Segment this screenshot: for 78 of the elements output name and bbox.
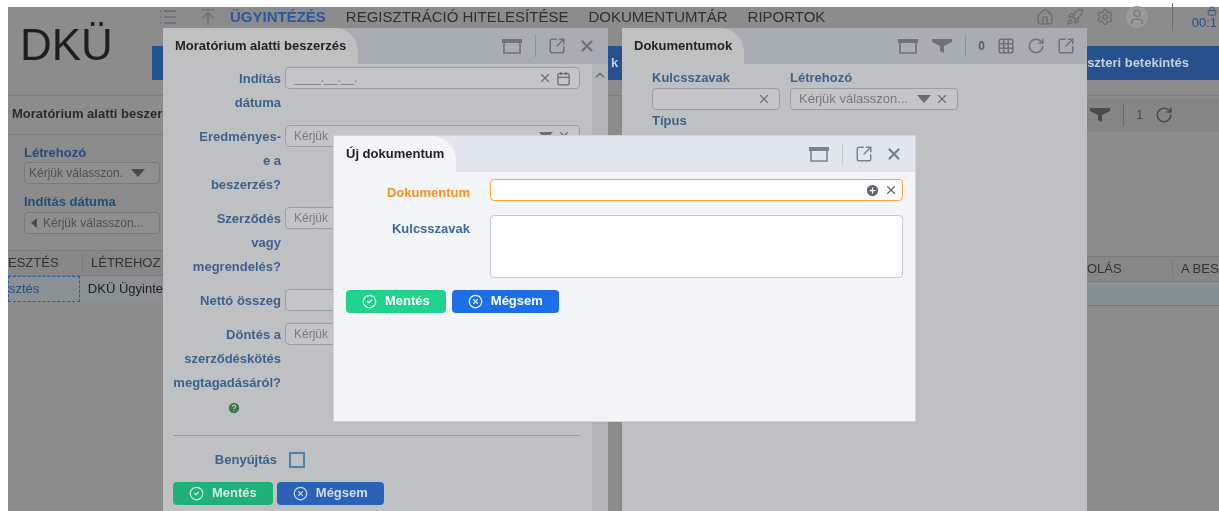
filter-label: Létrehozó [790, 69, 854, 87]
popout-icon[interactable] [548, 37, 566, 55]
tray-icon[interactable] [897, 38, 920, 54]
document-field[interactable] [490, 179, 903, 201]
record-count: 1 [1136, 106, 1144, 125]
column-header[interactable]: OLÁS [1087, 259, 1172, 279]
filter-icon[interactable] [931, 38, 954, 54]
select-field[interactable]: Kérjük válasszon. [24, 162, 160, 184]
checkbox[interactable] [289, 451, 305, 468]
nav-tab[interactable]: DOKUMENTUMTÁR [588, 5, 728, 29]
popout-icon[interactable] [855, 145, 873, 163]
cancel-button[interactable]: Mégsem [451, 289, 559, 313]
record-count: 0 [978, 38, 985, 55]
window-title: Moratórium alatti beszerzés [163, 28, 359, 64]
check-circle-icon [362, 293, 377, 309]
refresh-icon[interactable] [1027, 37, 1045, 55]
grid-icon[interactable] [997, 37, 1015, 55]
caret-icon[interactable] [131, 169, 146, 177]
date-range-field[interactable]: Kérjük válasszon... [24, 211, 160, 234]
check-circle-icon [189, 485, 204, 501]
tray-icon[interactable] [501, 38, 523, 54]
x-circle-icon [292, 485, 308, 501]
column-header[interactable]: LÉTREHOZ [82, 252, 161, 273]
caret-icon[interactable] [917, 94, 931, 103]
rocket-icon[interactable] [1066, 8, 1084, 26]
field-label: Indítás dátuma [234, 70, 281, 112]
tray-icon[interactable] [808, 146, 830, 162]
close-icon[interactable] [578, 37, 596, 55]
field-label: Eredményes- e a beszerzés? [199, 128, 281, 194]
calendar-icon[interactable] [556, 70, 571, 86]
add-icon[interactable] [865, 182, 880, 198]
clear-icon[interactable] [538, 71, 552, 85]
panel-title: Moratórium alatti beszer [12, 105, 163, 123]
caret-icon[interactable] [30, 217, 38, 228]
filter-label: Indítás dátuma [24, 193, 117, 211]
session-timer: 00:1 [1191, 15, 1217, 29]
avatar-icon[interactable] [1126, 6, 1148, 28]
field-label: Nettó összeg [200, 292, 281, 310]
keywords-field[interactable] [490, 214, 903, 278]
field-label: Benyújtás [213, 451, 277, 469]
nav-tab[interactable]: REGISZTRÁCIÓ HITELESÍTÉSE [345, 5, 569, 29]
table-row[interactable] [1087, 282, 1219, 306]
logo: DKÜ [19, 19, 114, 71]
banner-text: szteri betekintés [1087, 54, 1189, 73]
filter-label: Típus [651, 111, 688, 130]
banner-text: k [611, 54, 619, 73]
field-label: Szerződés vagy megrendelés? [192, 210, 281, 276]
x-circle-icon [467, 293, 483, 309]
lock-icon[interactable] [1207, 5, 1217, 16]
window-title: Új dokumentum [334, 136, 457, 172]
refresh-icon[interactable] [1155, 106, 1174, 124]
input-field[interactable] [652, 87, 780, 110]
table-cell: sztés [8, 275, 80, 302]
column-header[interactable]: ESZTÉS [8, 252, 82, 273]
window-title: Dokumentumok [622, 28, 745, 64]
nav-tab[interactable]: RIPORTOK [747, 5, 826, 29]
column-header[interactable]: A BES [1172, 259, 1219, 279]
save-button[interactable]: Mentés [346, 289, 446, 313]
collapse-icon[interactable] [198, 7, 218, 27]
clear-icon[interactable] [884, 183, 898, 197]
field-label: Kulcsszavak [390, 219, 470, 238]
settings-icon[interactable] [1096, 8, 1114, 26]
save-button[interactable]: Mentés [173, 481, 273, 505]
popout-icon[interactable] [1057, 37, 1075, 55]
filter-label: Létrehozó [24, 143, 88, 162]
close-icon[interactable] [885, 145, 903, 163]
table-cell-text: DKÜ Ügyinte [86, 279, 163, 298]
list-icon[interactable] [158, 7, 178, 27]
field-label: Döntés a szerződéskötés megtagadásáról? [173, 326, 281, 392]
filter-icon[interactable] [1089, 107, 1111, 123]
date-field[interactable]: ____.__.__. [285, 67, 580, 89]
field-label: Dokumentum [385, 184, 470, 202]
home-icon[interactable] [1036, 8, 1054, 26]
nav-tab[interactable]: ÜGYINTÉZÉS [230, 5, 326, 29]
help-icon[interactable] [227, 401, 241, 415]
cancel-button[interactable]: Mégsem [276, 481, 384, 505]
select-field[interactable]: Kérjük válasszon... [790, 87, 958, 110]
filter-label: Kulcsszavak [652, 69, 732, 87]
